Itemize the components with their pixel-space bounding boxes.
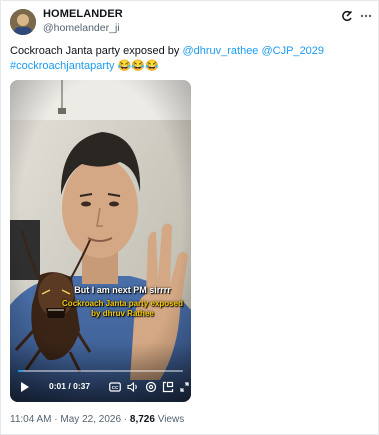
more-options-icon[interactable] — [359, 10, 373, 22]
meta-separator-2: · — [121, 414, 130, 425]
captions-icon[interactable]: CC — [109, 381, 121, 393]
video-caption-white: But I am next PM sirrrr — [74, 285, 171, 295]
mention-dhruv-rathee[interactable]: @dhruv_rathee — [182, 45, 258, 57]
settings-icon[interactable] — [145, 381, 157, 393]
views-count: 8,726 — [129, 414, 155, 425]
video-progress-bar[interactable] — [18, 370, 183, 372]
tweet-emojis: 😂😂😂 — [117, 60, 159, 72]
author-avatar[interactable] — [10, 9, 36, 35]
video-progress-fill — [18, 370, 23, 372]
tweet-date[interactable]: May 22, 2026 — [60, 414, 121, 425]
video-time: 0:01 / 0:37 — [49, 381, 91, 391]
grok-icon[interactable] — [341, 10, 353, 22]
mention-cjp-2029[interactable]: @CJP_2029 — [262, 45, 325, 57]
views-label: Views — [154, 414, 185, 425]
tweet-meta: 11:04 AM · May 22, 2026 · 8,726 Views — [10, 414, 184, 425]
tweet-text: Cockroach Janta party exposed by @dhruv_… — [10, 44, 372, 74]
play-icon[interactable] — [20, 381, 30, 393]
video-caption-yellow: Cockroach Janta party exposed by dhruv R… — [62, 299, 183, 318]
author-handle[interactable]: @homelander_ji — [43, 22, 120, 34]
picture-in-picture-icon[interactable] — [162, 381, 174, 393]
author-display-name[interactable]: HOMELANDER — [43, 8, 123, 20]
volume-icon[interactable] — [127, 381, 139, 393]
video-player[interactable]: But I am next PM sirrrr Cockroach Janta … — [10, 80, 191, 402]
tweet-text-prefix: Cockroach Janta party exposed by — [10, 45, 183, 57]
svg-text:CC: CC — [112, 385, 119, 390]
video-frame-image — [10, 80, 191, 402]
hashtag-cockroachjantaparty[interactable]: #cockroachjantaparty — [10, 60, 115, 72]
tweet-card: HOMELANDER @homelander_ji Cockroach Jant… — [0, 0, 379, 435]
fullscreen-icon[interactable] — [180, 381, 189, 393]
tweet-time[interactable]: 11:04 AM — [10, 414, 52, 425]
